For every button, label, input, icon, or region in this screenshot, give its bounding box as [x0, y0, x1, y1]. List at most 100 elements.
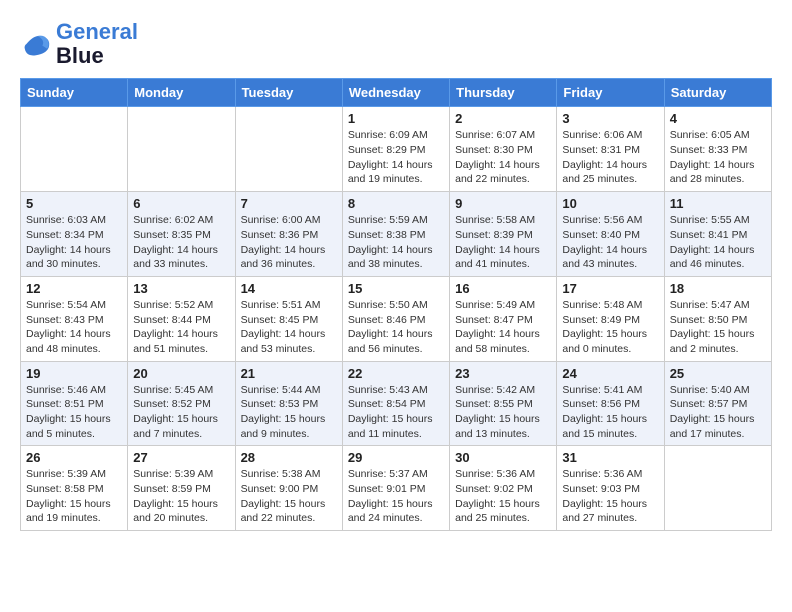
calendar-cell: 16 Sunrise: 5:49 AM Sunset: 8:47 PM Dayli…: [450, 276, 557, 361]
day-info: Sunrise: 6:03 AM Sunset: 8:34 PM Dayligh…: [26, 213, 122, 272]
calendar-cell: 4 Sunrise: 6:05 AM Sunset: 8:33 PM Daylig…: [664, 107, 771, 192]
calendar-cell: 15 Sunrise: 5:50 AM Sunset: 8:46 PM Dayli…: [342, 276, 449, 361]
day-info: Sunrise: 6:00 AM Sunset: 8:36 PM Dayligh…: [241, 213, 337, 272]
day-info: Sunrise: 5:38 AM Sunset: 9:00 PM Dayligh…: [241, 467, 337, 526]
calendar-cell: 23 Sunrise: 5:42 AM Sunset: 8:55 PM Dayli…: [450, 361, 557, 446]
calendar-cell: 27 Sunrise: 5:39 AM Sunset: 8:59 PM Dayli…: [128, 446, 235, 531]
day-number: 9: [455, 196, 551, 211]
calendar-cell: 24 Sunrise: 5:41 AM Sunset: 8:56 PM Dayli…: [557, 361, 664, 446]
day-info: Sunrise: 5:37 AM Sunset: 9:01 PM Dayligh…: [348, 467, 444, 526]
calendar-cell: 20 Sunrise: 5:45 AM Sunset: 8:52 PM Dayli…: [128, 361, 235, 446]
calendar-cell: [664, 446, 771, 531]
day-info: Sunrise: 6:02 AM Sunset: 8:35 PM Dayligh…: [133, 213, 229, 272]
header-cell-friday: Friday: [557, 79, 664, 107]
day-number: 6: [133, 196, 229, 211]
day-info: Sunrise: 5:55 AM Sunset: 8:41 PM Dayligh…: [670, 213, 766, 272]
calendar-cell: 21 Sunrise: 5:44 AM Sunset: 8:53 PM Dayli…: [235, 361, 342, 446]
day-number: 24: [562, 366, 658, 381]
day-number: 30: [455, 450, 551, 465]
calendar-cell: [21, 107, 128, 192]
day-info: Sunrise: 5:39 AM Sunset: 8:58 PM Dayligh…: [26, 467, 122, 526]
header-cell-tuesday: Tuesday: [235, 79, 342, 107]
header-cell-thursday: Thursday: [450, 79, 557, 107]
calendar-week-2: 5 Sunrise: 6:03 AM Sunset: 8:34 PM Daylig…: [21, 192, 772, 277]
calendar-cell: 6 Sunrise: 6:02 AM Sunset: 8:35 PM Daylig…: [128, 192, 235, 277]
day-info: Sunrise: 5:59 AM Sunset: 8:38 PM Dayligh…: [348, 213, 444, 272]
calendar-cell: 31Sunrise: 5:36 AM Sunset: 9:03 PM Dayli…: [557, 446, 664, 531]
day-info: Sunrise: 5:45 AM Sunset: 8:52 PM Dayligh…: [133, 383, 229, 442]
day-info: Sunrise: 5:42 AM Sunset: 8:55 PM Dayligh…: [455, 383, 551, 442]
calendar-cell: 14 Sunrise: 5:51 AM Sunset: 8:45 PM Dayli…: [235, 276, 342, 361]
day-info: Sunrise: 5:40 AM Sunset: 8:57 PM Dayligh…: [670, 383, 766, 442]
day-number: 14: [241, 281, 337, 296]
header-cell-saturday: Saturday: [664, 79, 771, 107]
calendar-table: SundayMondayTuesdayWednesdayThursdayFrid…: [20, 78, 772, 531]
day-number: 7: [241, 196, 337, 211]
page-header: General Blue: [20, 20, 772, 68]
day-number: 2: [455, 111, 551, 126]
day-number: 21: [241, 366, 337, 381]
calendar-cell: 19Sunrise: 5:46 AM Sunset: 8:51 PM Dayli…: [21, 361, 128, 446]
day-info: Sunrise: 5:52 AM Sunset: 8:44 PM Dayligh…: [133, 298, 229, 357]
day-info: Sunrise: 5:58 AM Sunset: 8:39 PM Dayligh…: [455, 213, 551, 272]
day-info: Sunrise: 5:36 AM Sunset: 9:03 PM Dayligh…: [562, 467, 658, 526]
day-number: 23: [455, 366, 551, 381]
day-info: Sunrise: 5:50 AM Sunset: 8:46 PM Dayligh…: [348, 298, 444, 357]
day-number: 5: [26, 196, 122, 211]
day-info: Sunrise: 5:49 AM Sunset: 8:47 PM Dayligh…: [455, 298, 551, 357]
day-number: 27: [133, 450, 229, 465]
day-number: 11: [670, 196, 766, 211]
day-info: Sunrise: 5:54 AM Sunset: 8:43 PM Dayligh…: [26, 298, 122, 357]
day-number: 29: [348, 450, 444, 465]
day-number: 19: [26, 366, 122, 381]
header-cell-sunday: Sunday: [21, 79, 128, 107]
logo-text: General Blue: [56, 20, 138, 68]
day-number: 4: [670, 111, 766, 126]
calendar-cell: 12 Sunrise: 5:54 AM Sunset: 8:43 PM Dayli…: [21, 276, 128, 361]
calendar-cell: 9 Sunrise: 5:58 AM Sunset: 8:39 PM Daylig…: [450, 192, 557, 277]
day-number: 20: [133, 366, 229, 381]
calendar-cell: 22 Sunrise: 5:43 AM Sunset: 8:54 PM Dayli…: [342, 361, 449, 446]
calendar-cell: 29 Sunrise: 5:37 AM Sunset: 9:01 PM Dayli…: [342, 446, 449, 531]
day-number: 10: [562, 196, 658, 211]
calendar-cell: 8 Sunrise: 5:59 AM Sunset: 8:38 PM Daylig…: [342, 192, 449, 277]
day-info: Sunrise: 5:44 AM Sunset: 8:53 PM Dayligh…: [241, 383, 337, 442]
calendar-week-4: 19Sunrise: 5:46 AM Sunset: 8:51 PM Dayli…: [21, 361, 772, 446]
day-info: Sunrise: 5:43 AM Sunset: 8:54 PM Dayligh…: [348, 383, 444, 442]
day-info: Sunrise: 5:56 AM Sunset: 8:40 PM Dayligh…: [562, 213, 658, 272]
logo: General Blue: [20, 20, 138, 68]
day-number: 17: [562, 281, 658, 296]
calendar-week-3: 12 Sunrise: 5:54 AM Sunset: 8:43 PM Dayli…: [21, 276, 772, 361]
calendar-cell: 11 Sunrise: 5:55 AM Sunset: 8:41 PM Dayli…: [664, 192, 771, 277]
calendar-cell: 3Sunrise: 6:06 AM Sunset: 8:31 PM Daylig…: [557, 107, 664, 192]
calendar-cell: 2 Sunrise: 6:07 AM Sunset: 8:30 PM Daylig…: [450, 107, 557, 192]
header-row: SundayMondayTuesdayWednesdayThursdayFrid…: [21, 79, 772, 107]
calendar-week-5: 26 Sunrise: 5:39 AM Sunset: 8:58 PM Dayli…: [21, 446, 772, 531]
calendar-cell: 7 Sunrise: 6:00 AM Sunset: 8:36 PM Daylig…: [235, 192, 342, 277]
day-number: 28: [241, 450, 337, 465]
day-info: Sunrise: 5:36 AM Sunset: 9:02 PM Dayligh…: [455, 467, 551, 526]
calendar-cell: 10 Sunrise: 5:56 AM Sunset: 8:40 PM Dayli…: [557, 192, 664, 277]
calendar-cell: 5 Sunrise: 6:03 AM Sunset: 8:34 PM Daylig…: [21, 192, 128, 277]
day-info: Sunrise: 6:05 AM Sunset: 8:33 PM Dayligh…: [670, 128, 766, 187]
day-info: Sunrise: 5:39 AM Sunset: 8:59 PM Dayligh…: [133, 467, 229, 526]
day-number: 25: [670, 366, 766, 381]
day-info: Sunrise: 5:41 AM Sunset: 8:56 PM Dayligh…: [562, 383, 658, 442]
calendar-cell: 1Sunrise: 6:09 AM Sunset: 8:29 PM Daylig…: [342, 107, 449, 192]
day-info: Sunrise: 6:09 AM Sunset: 8:29 PM Dayligh…: [348, 128, 444, 187]
calendar-cell: 18Sunrise: 5:47 AM Sunset: 8:50 PM Dayli…: [664, 276, 771, 361]
calendar-cell: 28 Sunrise: 5:38 AM Sunset: 9:00 PM Dayli…: [235, 446, 342, 531]
day-number: 8: [348, 196, 444, 211]
day-number: 16: [455, 281, 551, 296]
day-number: 22: [348, 366, 444, 381]
header-cell-wednesday: Wednesday: [342, 79, 449, 107]
day-number: 15: [348, 281, 444, 296]
day-info: Sunrise: 6:07 AM Sunset: 8:30 PM Dayligh…: [455, 128, 551, 187]
calendar-cell: [128, 107, 235, 192]
day-number: 26: [26, 450, 122, 465]
calendar-cell: 25 Sunrise: 5:40 AM Sunset: 8:57 PM Dayli…: [664, 361, 771, 446]
calendar-cell: 13Sunrise: 5:52 AM Sunset: 8:44 PM Dayli…: [128, 276, 235, 361]
day-number: 12: [26, 281, 122, 296]
day-info: Sunrise: 5:51 AM Sunset: 8:45 PM Dayligh…: [241, 298, 337, 357]
calendar-cell: 26 Sunrise: 5:39 AM Sunset: 8:58 PM Dayli…: [21, 446, 128, 531]
